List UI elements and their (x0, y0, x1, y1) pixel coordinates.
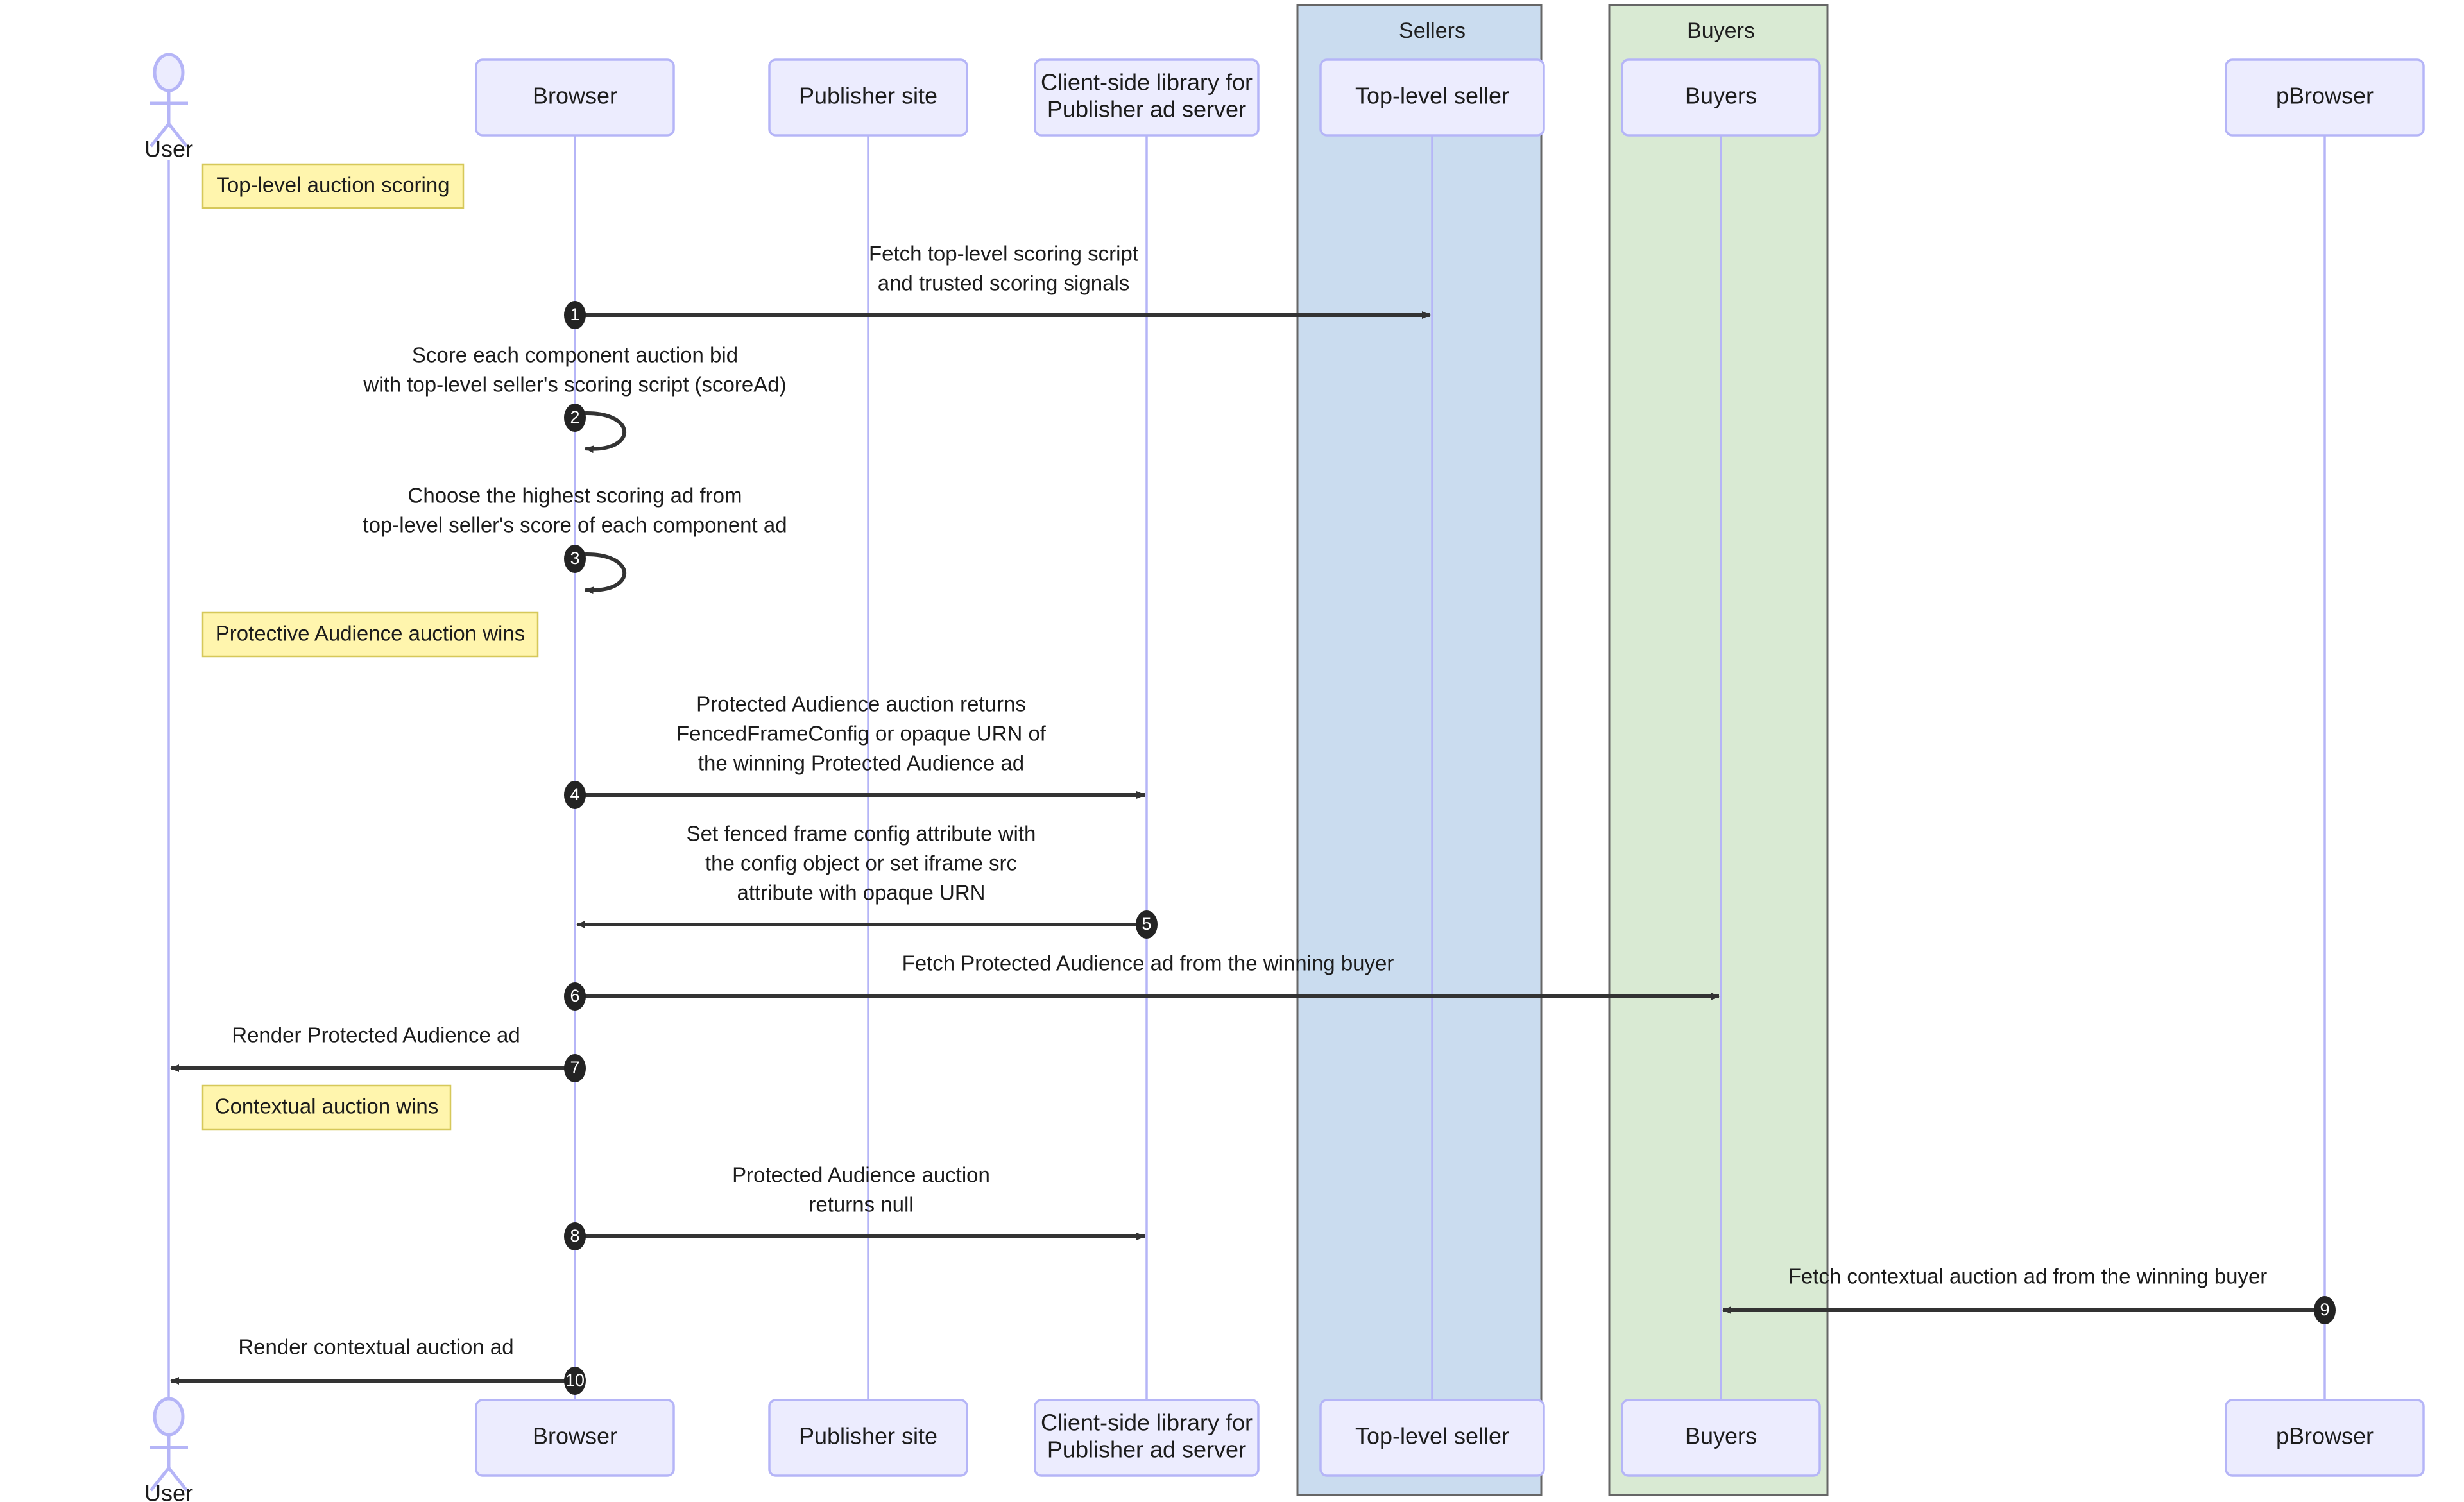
participant-buyers-participant-top[interactable]: Buyers (1621, 58, 1821, 137)
participant-label-client-side-library-line2: Publisher ad server (1047, 96, 1246, 123)
participant-publisher-site-top[interactable]: Publisher site (768, 58, 968, 137)
note-label: Top-level auction scoring (216, 173, 449, 197)
message-label-5-line2: the config object or set iframe src (705, 851, 1017, 875)
participant-label-client-side-library: Client-side library for (1041, 69, 1253, 96)
group-label-sellers: Sellers (1399, 19, 1466, 43)
participant-label-buyers-participant: Buyers (1685, 1423, 1757, 1449)
message-label-4-line1: Protected Audience auction returns (696, 692, 1026, 716)
group-label-buyers: Buyers (1687, 19, 1755, 43)
participant-pbrowser-bottom[interactable]: pBrowser (2225, 1399, 2425, 1477)
message-label-4-line3: the winning Protected Audience ad (698, 751, 1024, 775)
participant-top-level-seller-top[interactable]: Top-level seller (1319, 58, 1545, 137)
participant-browser-bottom[interactable]: Browser (475, 1399, 675, 1477)
message-8: Protected Audience auction returns null 8 (564, 1163, 1145, 1250)
message-number-1: 1 (570, 305, 579, 324)
note-label: Contextual auction wins (215, 1095, 439, 1118)
message-label-9-line1: Fetch contextual auction ad from the win… (1788, 1265, 2268, 1288)
message-label-1-line1: Fetch top-level scoring script (869, 242, 1138, 266)
actor-head-icon (153, 1397, 185, 1437)
message-label-10-line1: Render contextual auction ad (238, 1335, 513, 1359)
participant-client-side-library-top[interactable]: Client-side library forPublisher ad serv… (1034, 58, 1260, 137)
message-label-7-line1: Render Protected Audience ad (232, 1023, 520, 1047)
participant-label-buyers-participant: Buyers (1685, 83, 1757, 109)
participant-label-publisher-site: Publisher site (799, 83, 937, 109)
participant-label-pbrowser: pBrowser (2276, 1423, 2374, 1449)
participant-label-client-side-library-line2: Publisher ad server (1047, 1437, 1246, 1463)
participant-label-browser: Browser (533, 1423, 617, 1449)
message-label-2-line2: with top-level seller's scoring script (… (363, 373, 786, 397)
actor-user-top: User (144, 53, 193, 162)
message-label-3-line2: top-level seller's score of each compone… (363, 513, 787, 537)
message-6: Fetch Protected Audience ad from the win… (564, 952, 1720, 1011)
messages: Fetch top-level scoring script and truste… (170, 242, 2336, 1395)
participant-label-client-side-library: Client-side library for (1041, 1410, 1253, 1436)
message-number-6: 6 (570, 986, 579, 1005)
participant-browser-top[interactable]: Browser (475, 58, 675, 137)
participant-client-side-library-bottom[interactable]: Client-side library forPublisher ad serv… (1034, 1399, 1260, 1477)
participant-label-pbrowser: pBrowser (2276, 83, 2374, 109)
message-4: Protected Audience auction returns Fenced… (564, 692, 1145, 809)
participant-label-top-level-seller: Top-level seller (1355, 83, 1509, 109)
lifelines (167, 135, 2326, 1400)
message-7: Render Protected Audience ad 7 (170, 1023, 586, 1082)
message-number-9: 9 (2320, 1300, 2329, 1319)
participant-publisher-site-bottom[interactable]: Publisher site (768, 1399, 968, 1477)
actor-head-icon (153, 53, 185, 92)
participant-label-top-level-seller: Top-level seller (1355, 1423, 1509, 1449)
sequence-diagram-canvas: Sellers Buyers Fetch top-level scoring sc… (144, 4, 2425, 1502)
message-10: Render contextual auction ad 10 (170, 1335, 586, 1395)
notes: Top-level auction scoring Protective Audi… (201, 163, 539, 1131)
actor-user-bottom: User (144, 1397, 193, 1502)
participant-buyers-participant-bottom[interactable]: Buyers (1621, 1399, 1821, 1477)
message-label-1-line2: and trusted scoring signals (878, 271, 1130, 295)
note-top-level-auction-scoring: Top-level auction scoring (201, 163, 465, 209)
message-label-5-line3: attribute with opaque URN (737, 881, 985, 905)
note-protective-audience-auction-wins: Protective Audience auction wins (201, 611, 539, 658)
message-number-2: 2 (570, 407, 579, 427)
participant-label-publisher-site: Publisher site (799, 1423, 937, 1449)
participant-group-sellers: Sellers (1296, 4, 1543, 1496)
message-number-5: 5 (1142, 914, 1151, 934)
participant-groups: Sellers Buyers (1296, 4, 1829, 1496)
participant-pbrowser-top[interactable]: pBrowser (2225, 58, 2425, 137)
message-label-3-line1: Choose the highest scoring ad from (408, 484, 742, 508)
sequence-diagram-root: Sellers Buyers Fetch top-level scoring sc… (0, 0, 2464, 1502)
group-box-sellers (1296, 4, 1543, 1496)
message-label-8-line2: returns null (809, 1193, 913, 1216)
note-contextual-auction-wins: Contextual auction wins (201, 1084, 452, 1131)
actor-label-user: User (144, 1480, 193, 1502)
message-label-8-line1: Protected Audience auction (732, 1163, 990, 1187)
participant-label-browser: Browser (533, 83, 617, 109)
message-label-4-line2: FencedFrameConfig or opaque URN of (676, 722, 1047, 746)
message-number-3: 3 (570, 549, 579, 568)
message-label-6-line1: Fetch Protected Audience ad from the win… (902, 952, 1394, 975)
message-number-10: 10 (565, 1370, 585, 1390)
actor-label-user: User (144, 136, 193, 162)
message-number-4: 4 (570, 785, 579, 804)
message-number-7: 7 (570, 1058, 579, 1077)
participant-top-level-seller-bottom[interactable]: Top-level seller (1319, 1399, 1545, 1477)
note-label: Protective Audience auction wins (216, 622, 525, 645)
message-label-5-line1: Set fenced frame config attribute with (687, 822, 1036, 846)
message-number-8: 8 (570, 1226, 579, 1245)
message-label-2-line1: Score each component auction bid (412, 343, 738, 367)
